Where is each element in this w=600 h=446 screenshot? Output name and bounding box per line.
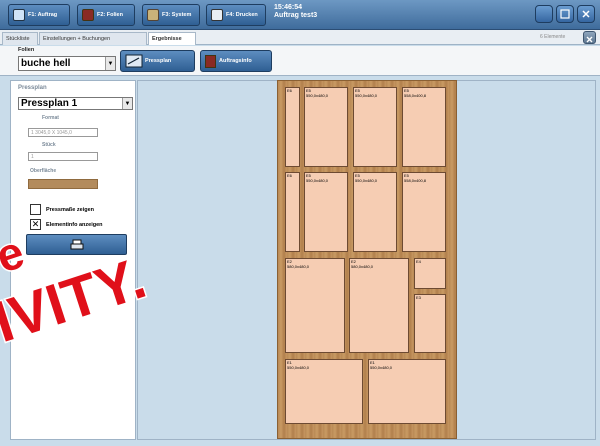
elementinfo-label: Elementinfo anzeigen [46, 222, 103, 228]
drucken-button-label: F4: Drucken [226, 12, 258, 18]
board-piece[interactable]: E6 [285, 172, 300, 252]
folien-button-label: F2: Folien [97, 12, 123, 18]
folien-label: Folien [18, 47, 35, 53]
close-icon [586, 36, 593, 43]
board-piece[interactable]: E4 [414, 258, 446, 289]
pressplan-title: Pressplan [18, 85, 47, 91]
board-piece[interactable]: E5 558,0x400,8 [402, 172, 446, 252]
auftrag-button-label: F1: Auftrag [28, 12, 58, 18]
element-count: 6 Elemente [540, 34, 566, 40]
tools-icon [147, 9, 159, 21]
system-button-label: F3: System [162, 12, 192, 18]
clock-and-order: 15:46:54 Auftrag test3 [274, 4, 317, 20]
auftrag-button[interactable]: F1: Auftrag [8, 4, 70, 26]
pressmasse-label: Pressmaße zeigen [46, 207, 94, 213]
auftragsinfo-button[interactable]: Auftragsinfo [200, 50, 272, 72]
auftragsinfo-button-label: Auftragsinfo [219, 58, 252, 64]
board-piece[interactable]: E5 558,0x400,8 [402, 87, 446, 167]
board-piece[interactable]: E1 550,0x480,0 [368, 359, 446, 424]
board-piece[interactable]: E5 550,0x480,0 [304, 87, 348, 167]
folien-selected-value: buche hell [21, 58, 71, 69]
oberflaeche-label: Oberfläche [30, 168, 57, 174]
stueck-field[interactable]: 1 [28, 152, 98, 161]
board-piece[interactable]: E5 550,0x480,0 [353, 87, 397, 167]
maximize-button[interactable] [556, 5, 574, 23]
format-field[interactable]: 1 3045,0 X 1045,0 [28, 128, 98, 137]
top-toolbar: F1: Auftrag F2: Folien F3: System F4: Dr… [0, 0, 600, 30]
chevron-down-icon[interactable]: ▼ [105, 57, 115, 70]
elementinfo-checkbox[interactable]: ✕ [30, 219, 41, 230]
surface-swatch[interactable] [28, 179, 98, 189]
tab-einstellungen[interactable]: Einstellungen + Buchungen [39, 32, 147, 45]
board-piece[interactable]: E5 550,0x480,0 [353, 172, 397, 252]
drucken-button[interactable]: F4: Drucken [206, 4, 266, 26]
book-icon [82, 9, 94, 21]
board-piece[interactable]: E2 580,0x480,0 [349, 258, 409, 353]
board-piece[interactable]: E5 550,0x480,0 [304, 172, 348, 252]
board-piece[interactable]: E2 580,0x480,0 [285, 258, 345, 353]
tab-close-button[interactable] [583, 31, 596, 44]
close-button[interactable] [577, 5, 595, 23]
pressplan-select[interactable]: Pressplan 1 ▼ [18, 97, 133, 110]
pressplan-button[interactable]: Pressplan [120, 50, 195, 72]
folien-select[interactable]: buche hell ▼ [18, 56, 116, 71]
book-icon [205, 54, 216, 68]
print-button[interactable] [26, 234, 127, 255]
folien-button[interactable]: F2: Folien [77, 4, 135, 26]
tab-ergebnisse[interactable]: Ergebnisse [148, 32, 196, 45]
board-piece[interactable]: E3 [414, 294, 446, 353]
stueck-label: Stück [42, 142, 56, 148]
format-label: Format [42, 115, 59, 121]
pressmasse-checkbox[interactable] [30, 204, 41, 215]
pressplan-button-label: Pressplan [145, 58, 172, 64]
chevron-down-icon[interactable]: ▼ [122, 98, 132, 109]
board-piece[interactable]: E1 550,0x480,0 [285, 359, 363, 424]
system-button[interactable]: F3: System [142, 4, 200, 26]
board-piece[interactable]: E6 [285, 87, 300, 167]
printer-icon [211, 9, 223, 21]
window-icon [560, 9, 570, 19]
folder-icon [13, 9, 25, 21]
minimize-button[interactable] [535, 5, 553, 23]
tab-stueckliste[interactable]: Stückliste [2, 32, 38, 45]
pressplan-icon [125, 54, 143, 68]
printer-icon [70, 239, 83, 249]
clock-time: 15:46:54 [274, 4, 303, 11]
tab-bar: Stückliste Einstellungen + Buchungen Erg… [0, 30, 600, 45]
close-icon [582, 10, 590, 18]
pressplan-selected-value: Pressplan 1 [21, 98, 78, 109]
order-name: Auftrag test3 [274, 12, 318, 19]
